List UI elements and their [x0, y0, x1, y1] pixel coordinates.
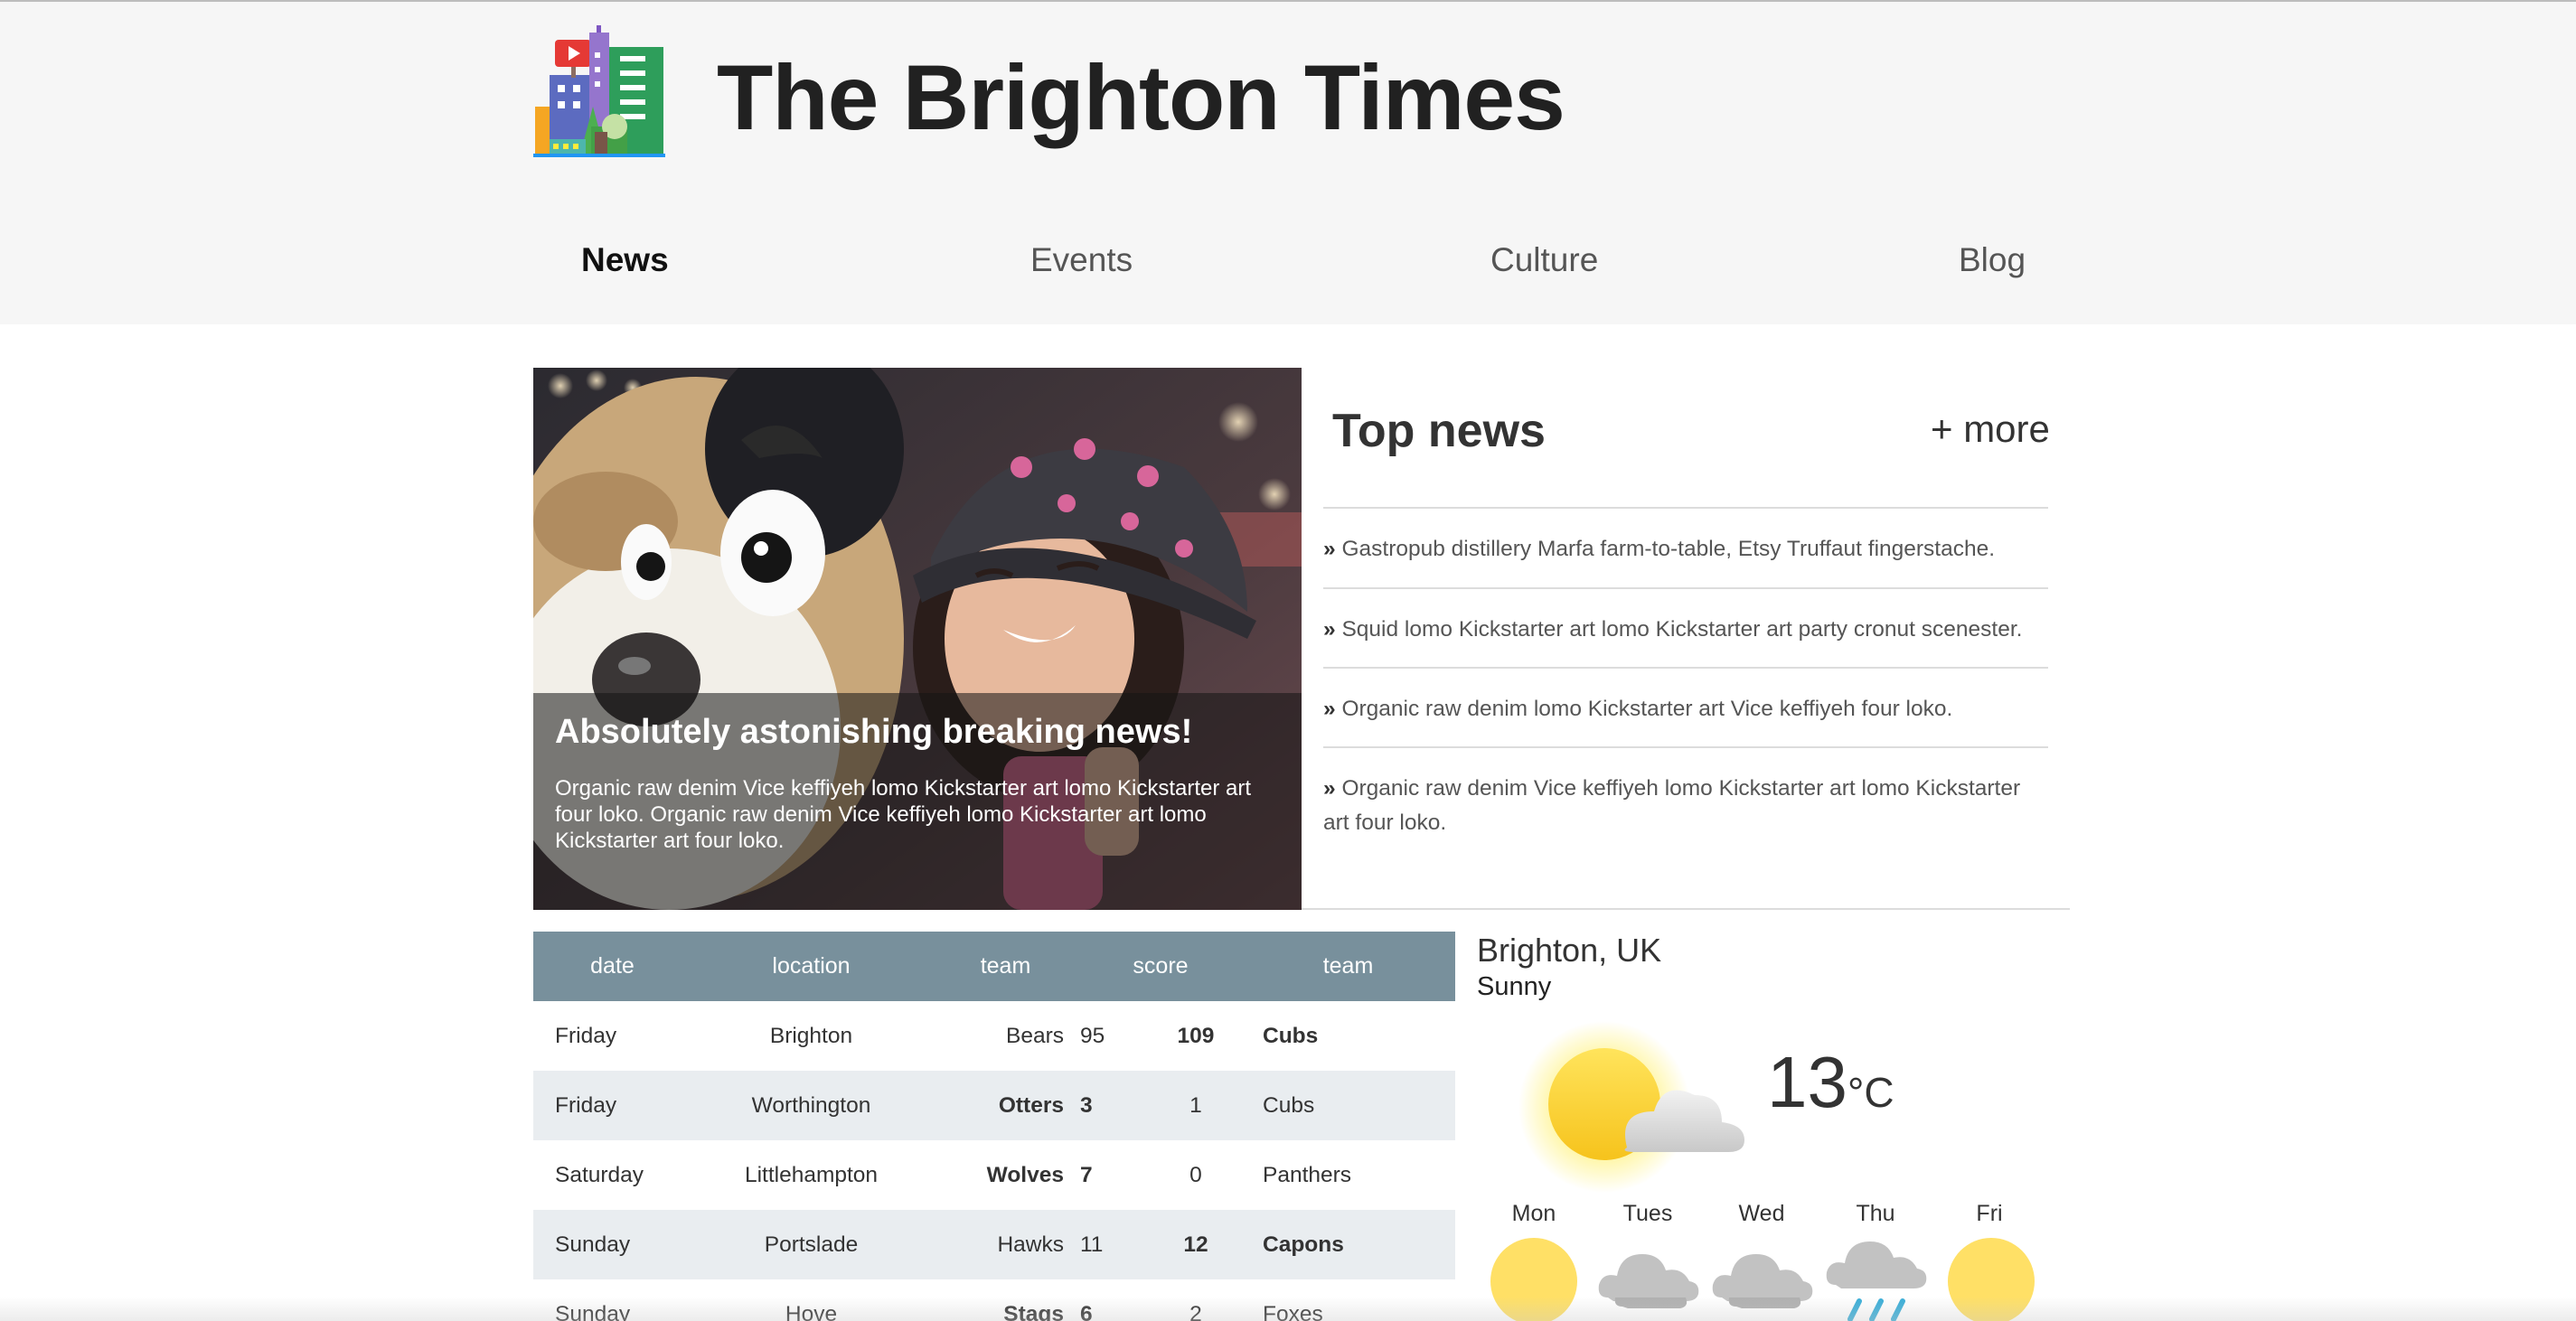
- cell-team-away: Capons: [1241, 1210, 1455, 1279]
- cell-team-home: Stags: [1003, 1301, 1064, 1321]
- cell-location: Portslade: [691, 1210, 931, 1279]
- col-header-date[interactable]: date: [533, 932, 691, 1001]
- cell-date: Saturday: [555, 1162, 644, 1187]
- weather-temperature: 13°C: [1767, 1039, 1894, 1136]
- cell-date: Friday: [555, 1023, 617, 1048]
- forecast-day-label: Fri: [1976, 1201, 2003, 1226]
- table-row[interactable]: Friday Worthington Otters 3 1 Cubs: [533, 1071, 1455, 1140]
- more-news-link[interactable]: + more: [1931, 407, 2050, 452]
- cell-date: Friday: [533, 1071, 691, 1140]
- table-row[interactable]: Saturday Littlehampton Wolves 7 0 Panthe…: [533, 1140, 1455, 1210]
- cell-team-home: Wolves: [986, 1162, 1064, 1187]
- table-row[interactable]: Sunday Hove Stags 6 2 Foxes: [533, 1279, 1455, 1321]
- news-item[interactable]: » Gastropub distillery Marfa farm-to-tab…: [1323, 507, 2048, 587]
- cell-date: Sunday: [533, 1210, 691, 1279]
- cell-location: Littlehampton: [744, 1162, 879, 1187]
- cell-team-away: Foxes: [1263, 1301, 1323, 1321]
- city-buildings-icon[interactable]: [533, 25, 665, 157]
- site-title: The Brighton Times: [717, 46, 1565, 149]
- cell-score-away: 109: [1177, 1023, 1215, 1048]
- cell-score-home: 7: [1080, 1162, 1093, 1187]
- cell-location: Hove: [785, 1301, 838, 1321]
- forecast-day-label: Mon: [1511, 1201, 1556, 1226]
- rain-cloud-icon: [1826, 1241, 1927, 1321]
- cell-team-home: Otters: [931, 1071, 1080, 1140]
- weather-condition: Sunny: [1477, 972, 1552, 1001]
- col-header-score[interactable]: score: [1080, 932, 1241, 1001]
- cloud-icon: [1712, 1254, 1813, 1308]
- cell-team-home: Bears: [1005, 1023, 1064, 1048]
- forecast-day-label: Tues: [1622, 1201, 1673, 1226]
- cell-location: Brighton: [769, 1023, 853, 1048]
- weather-city: Brighton, UK: [1477, 932, 1662, 969]
- news-item-text: Gastropub distillery Marfa farm-to-table…: [1341, 537, 1996, 561]
- bullet-icon: »: [1323, 617, 1336, 642]
- sun-icon: [1948, 1238, 2035, 1321]
- cell-score-home: 3: [1080, 1071, 1151, 1140]
- col-header-location[interactable]: location: [691, 932, 931, 1001]
- col-header-team[interactable]: team: [1241, 932, 1455, 1001]
- hero-feature[interactable]: Absolutely astonishing breaking news! Or…: [533, 368, 1302, 910]
- col-header-team[interactable]: team: [931, 932, 1080, 1001]
- cell-score-away: 0: [1189, 1162, 1202, 1187]
- forecast-day-label: Thu: [1856, 1201, 1895, 1226]
- news-item[interactable]: » Organic raw denim Vice keffiyeh lomo K…: [1323, 746, 2048, 855]
- news-item-text: Squid lomo Kickstarter art lomo Kickstar…: [1341, 617, 2023, 642]
- hero-text: Organic raw denim Vice keffiyeh lomo Kic…: [555, 776, 1252, 853]
- hero-title[interactable]: Absolutely astonishing breaking news!: [555, 711, 1192, 753]
- cell-score-home: 11: [1080, 1210, 1151, 1279]
- nav-events[interactable]: Events: [1030, 235, 1133, 286]
- top-news-title: Top news: [1332, 405, 1546, 457]
- bullet-icon: »: [1323, 776, 1336, 801]
- cell-date: Sunday: [555, 1301, 631, 1321]
- cell-score-home: 6: [1080, 1301, 1093, 1321]
- cell-team-away: Cubs: [1263, 1023, 1319, 1048]
- table-header-row: date location team score team: [533, 932, 1455, 1001]
- nav-blog[interactable]: Blog: [1959, 235, 2026, 286]
- nav-news[interactable]: News: [581, 235, 669, 286]
- news-item-text: Organic raw denim lomo Kickstarter art V…: [1341, 697, 1953, 721]
- top-news-list: » Gastropub distillery Marfa farm-to-tab…: [1323, 507, 2048, 855]
- news-item[interactable]: » Squid lomo Kickstarter art lomo Kickst…: [1323, 587, 2048, 667]
- bullet-icon: »: [1323, 537, 1336, 561]
- nav-culture[interactable]: Culture: [1490, 235, 1598, 286]
- table-row[interactable]: Friday Brighton Bears 95 109 Cubs: [533, 1001, 1455, 1071]
- cell-team-away: Panthers: [1263, 1162, 1352, 1187]
- results-table: date location team score team Friday Bri…: [533, 932, 1455, 1321]
- news-item-text: Organic raw denim Vice keffiyeh lomo Kic…: [1323, 776, 2021, 835]
- cell-team-away: Cubs: [1241, 1071, 1455, 1140]
- section-divider: [1302, 908, 2070, 910]
- forecast-day-label: Wed: [1738, 1201, 1785, 1226]
- temperature-unit: °C: [1847, 1069, 1894, 1116]
- bullet-icon: »: [1323, 697, 1336, 721]
- cell-team-home: Hawks: [931, 1210, 1080, 1279]
- site-header: The Brighton Times News Events Culture B…: [0, 0, 2576, 324]
- sun-icon: [1490, 1238, 1577, 1321]
- cell-score-away: 2: [1189, 1301, 1202, 1321]
- table-row[interactable]: Sunday Portslade Hawks 11 12 Capons: [533, 1210, 1455, 1279]
- cloud-icon: [1598, 1254, 1699, 1308]
- cell-score-away: 12: [1151, 1210, 1241, 1279]
- cell-score-home: 95: [1080, 1023, 1105, 1048]
- cell-location: Worthington: [691, 1071, 931, 1140]
- temperature-value: 13: [1767, 1042, 1847, 1122]
- cell-score-away: 1: [1151, 1071, 1241, 1140]
- news-item[interactable]: » Organic raw denim lomo Kickstarter art…: [1323, 667, 2048, 746]
- sun-behind-cloud-icon: [1518, 1021, 1744, 1193]
